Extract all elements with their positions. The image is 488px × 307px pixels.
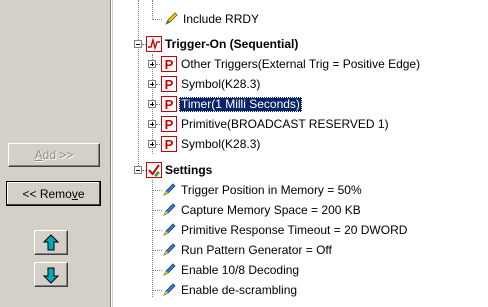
trigger-settings-tree[interactable]: Include RRDY Trigger-On (Sequential) P O…	[113, 0, 488, 307]
tree-item-setting[interactable]: Capture Memory Space = 200 KB	[113, 201, 488, 220]
tree-item-setting[interactable]: Trigger Position in Memory = 50%	[113, 181, 488, 200]
tree-item-label: Symbol(K28.3)	[181, 77, 261, 91]
tree-item-setting[interactable]: Enable de-scrambling	[113, 281, 488, 300]
tree-item-setting[interactable]: Run Pattern Generator = Off	[113, 241, 488, 260]
tree-item-trigger[interactable]: P Symbol(K28.3)	[113, 75, 488, 94]
svg-text:P: P	[165, 77, 174, 92]
setting-pencil-icon	[163, 263, 176, 276]
tree-item-label: Enable 10/8 Decoding	[181, 263, 300, 277]
p-pattern-icon: P	[161, 96, 177, 112]
expand-toggle[interactable]	[148, 80, 156, 88]
trigger-waveform-icon	[146, 36, 162, 52]
collapse-toggle[interactable]	[134, 40, 142, 48]
pencil-check-icon	[165, 12, 178, 25]
tree-node-settings[interactable]: Settings	[113, 161, 488, 180]
remove-button[interactable]: << Remove	[6, 181, 101, 206]
remove-button-label: << Remove	[22, 186, 85, 201]
svg-text:P: P	[165, 117, 174, 132]
tree-item-trigger-selected[interactable]: P Timer(1 Milli Seconds)	[113, 95, 488, 114]
tree-item-label: Include RRDY	[183, 12, 260, 26]
expand-toggle[interactable]	[148, 120, 156, 128]
tree-item-include-rrdy[interactable]: Include RRDY	[113, 10, 488, 29]
setting-pencil-icon	[163, 183, 176, 196]
tree-item-setting[interactable]: Primitive Response Timeout = 20 DWORD	[113, 221, 488, 240]
expand-toggle[interactable]	[148, 140, 156, 148]
setting-pencil-icon	[163, 223, 176, 236]
move-down-button[interactable]	[34, 262, 68, 287]
add-button[interactable]: Add >>	[8, 143, 100, 167]
expand-toggle[interactable]	[148, 60, 156, 68]
expand-toggle[interactable]	[148, 100, 156, 108]
arrow-down-icon	[43, 267, 59, 284]
svg-text:P: P	[165, 97, 174, 112]
settings-check-icon	[146, 162, 162, 178]
tree-item-label: Run Pattern Generator = Off	[181, 243, 332, 257]
tree-item-label: Timer(1 Milli Seconds)	[179, 97, 302, 112]
p-pattern-icon: P	[161, 76, 177, 92]
tree-item-label: Symbol(K28.3)	[181, 137, 261, 151]
tree-item-label: Other Triggers(External Trig = Positive …	[181, 57, 421, 71]
svg-text:P: P	[165, 137, 174, 152]
tree-item-trigger[interactable]: P Other Triggers(External Trig = Positiv…	[113, 55, 488, 74]
add-button-label: Add >>	[34, 148, 74, 162]
tree-item-label: Trigger Position in Memory = 50%	[181, 183, 362, 197]
tree-item-trigger[interactable]: P Primitive(BROADCAST RESERVED 1)	[113, 115, 488, 134]
tree-item-label: Primitive Response Timeout = 20 DWORD	[181, 223, 408, 237]
p-pattern-icon: P	[161, 116, 177, 132]
tree-node-label: Settings	[165, 163, 213, 177]
tree-item-label: Primitive(BROADCAST RESERVED 1)	[181, 117, 389, 131]
tree-node-label: Trigger-On (Sequential)	[165, 37, 299, 51]
setting-pencil-icon	[163, 203, 176, 216]
tree-item-setting[interactable]: Enable 10/8 Decoding	[113, 261, 488, 280]
p-pattern-icon: P	[161, 56, 177, 72]
collapse-toggle[interactable]	[134, 166, 142, 174]
p-pattern-icon: P	[161, 136, 177, 152]
arrow-up-icon	[43, 233, 59, 250]
tree-item-label: Capture Memory Space = 200 KB	[181, 203, 361, 217]
tree-item-label: Enable de-scrambling	[181, 283, 298, 297]
button-panel: Add >> << Remove	[0, 0, 110, 307]
tree-item-trigger[interactable]: P Symbol(K28.3)	[113, 135, 488, 154]
setting-pencil-icon	[163, 243, 176, 256]
svg-text:P: P	[165, 57, 174, 72]
tree-node-trigger-on[interactable]: Trigger-On (Sequential)	[113, 35, 488, 54]
setting-pencil-icon	[163, 283, 176, 296]
move-up-button[interactable]	[34, 230, 68, 255]
